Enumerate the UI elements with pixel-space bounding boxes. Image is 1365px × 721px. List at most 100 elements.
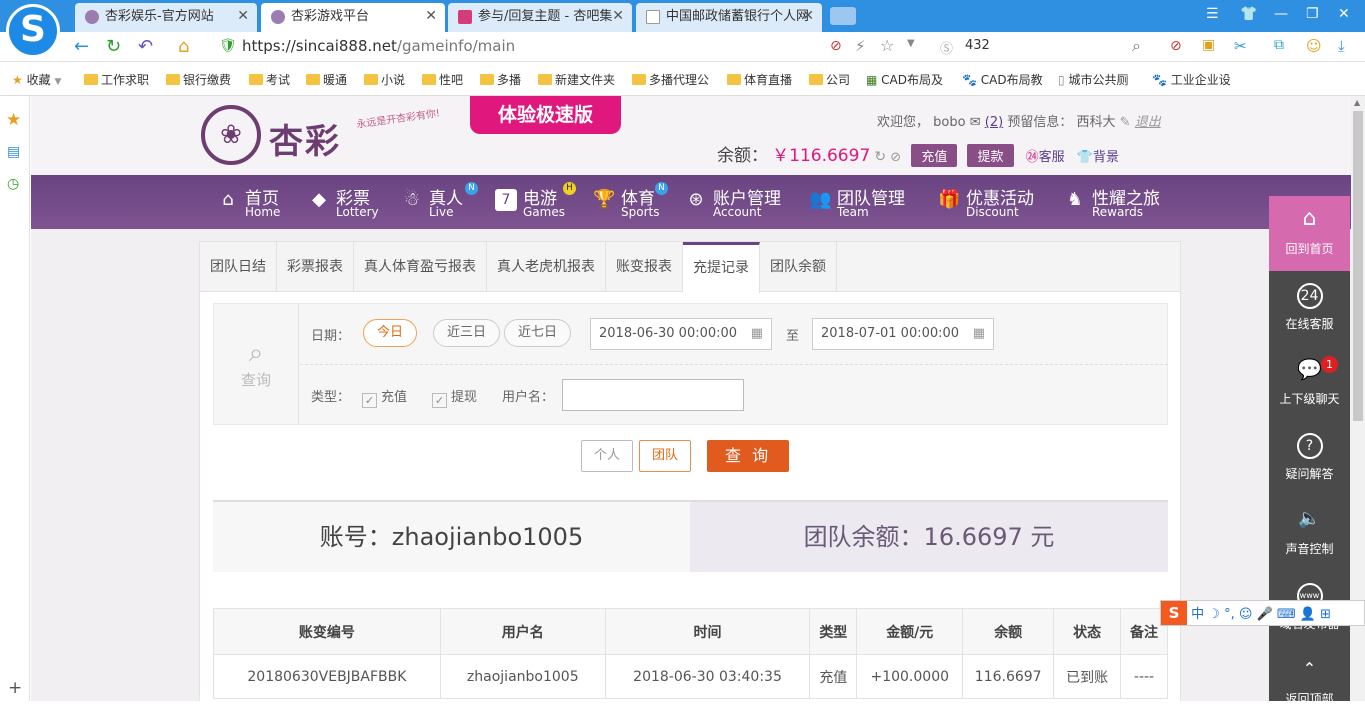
sidebar-faq[interactable]: ? 疑问解答 [1269,421,1350,496]
reader-icon[interactable]: ▤ [7,144,20,160]
refresh-icon[interactable]: ↻ [106,36,121,57]
tab-lottery-report[interactable]: 彩票报表 [277,242,354,292]
keyboard-icon[interactable]: ⌨ [1277,607,1296,622]
tab-live-sports-report[interactable]: 真人体育盈亏报表 [354,242,487,292]
bookmark-item[interactable]: 性吧 [422,71,463,88]
username-input[interactable] [562,379,744,411]
bookmark-item[interactable]: 新建文件夹 [538,71,615,88]
bookmark-item[interactable]: 小说 [364,71,405,88]
search-input[interactable]: 432 [965,38,990,53]
translate-icon[interactable]: ⧉ [1274,37,1284,53]
favorites-star-icon[interactable]: ★ [6,110,21,130]
menu-icon[interactable]: ☰ [1206,6,1219,22]
type-withdraw-checkbox[interactable]: ✓ 提现 [432,386,477,408]
bookmark-item[interactable]: 暖通 [306,71,347,88]
tab-team-balance[interactable]: 团队余额 [760,242,837,292]
refresh-balance-icon[interactable]: ↻ [874,149,886,165]
tab-close-icon[interactable]: ✕ [425,3,437,30]
range-3days-button[interactable]: 近三日 [433,319,501,347]
sidebar-online-service[interactable]: 24 在线客服 [1269,271,1350,346]
table-row[interactable]: 20180630VEBJBAFBBK zhaojianbo1005 2018-0… [213,654,1168,699]
browser-tab[interactable]: 中国邮政储蓄银行个人网 ✕ [636,3,822,32]
browser-logo[interactable]: S [6,4,60,58]
browser-tab[interactable]: 参与/回复主题 - 杏吧集 ✕ [448,3,632,32]
maximize-icon[interactable]: ❐ [1306,6,1319,22]
start-date-input[interactable]: 2018-06-30 00:00:00 ▦ [590,318,772,350]
sidebar-chat[interactable]: 💬 上下级聊天 1 [1269,346,1350,421]
bookmark-item[interactable]: ▯ 城市公共厕 [1058,71,1128,88]
background-link[interactable]: 👕背景 [1077,150,1119,165]
bookmark-item[interactable]: 🐾 CAD布局教 [962,71,1043,88]
minimize-icon[interactable]: — [1274,6,1288,22]
calendar-icon[interactable]: ▦ [973,319,985,349]
search-icon[interactable]: ⌕ [1132,36,1141,56]
back-icon[interactable]: ← [74,36,89,57]
sidebar-home[interactable]: ⌂ 回到首页 [1269,196,1350,271]
customer-service-link[interactable]: ㉔客服 [1026,150,1065,165]
bookmark-item[interactable]: 多播 [480,71,521,88]
mic-icon[interactable]: 🎤 [1257,607,1273,622]
team-button[interactable]: 团队 [639,440,692,472]
scissors-icon[interactable]: ✂ [1234,37,1247,55]
extension-icon[interactable]: ▣ [1202,37,1215,53]
personal-button[interactable]: 个人 [581,440,634,472]
home-icon[interactable]: ⌂ [178,36,189,57]
site-logo-icon[interactable]: ❀ [201,105,261,165]
tab-close-icon[interactable]: ✕ [612,3,624,30]
mail-icon[interactable]: ✉ [970,115,981,130]
emoji-icon[interactable]: ☺ [1239,607,1253,622]
logout-link[interactable]: 退出 [1135,115,1161,130]
moon-icon[interactable]: ☽ [1208,607,1220,622]
deposit-button[interactable]: 充值 [911,144,958,167]
adblock-icon[interactable]: ⊘ [830,38,842,54]
tab-slot-report[interactable]: 真人老虎机报表 [487,242,606,292]
tab-close-icon[interactable]: ✕ [802,3,814,30]
star-icon[interactable]: ☆ [880,36,894,55]
tab-team-daily[interactable]: 团队日结 [200,242,277,292]
sidebar-sound[interactable]: 🔈 声音控制 [1269,496,1350,571]
flash-icon[interactable]: ⚡ [855,37,866,55]
bookmark-item[interactable]: 工作求职 [84,71,149,88]
sidebar-back-to-top[interactable]: ⌃ 返回顶部 [1269,646,1350,721]
bookmark-item[interactable]: 多播代理公 [632,71,709,88]
tab-account-change[interactable]: 账变报表 [606,242,683,292]
ime-mode[interactable]: 中 [1191,607,1204,622]
query-button[interactable]: 查 询 [707,440,790,472]
tab-deposit-withdraw[interactable]: 充提记录 [683,242,760,293]
bookmark-item[interactable]: 公司 [809,71,850,88]
edit-icon[interactable]: ✎ [1120,115,1131,130]
history-clock-icon[interactable]: ◷ [7,176,19,192]
grid-icon[interactable]: ⊞ [1320,607,1331,622]
end-date-input[interactable]: 2018-07-01 00:00:00 ▦ [812,318,994,350]
close-window-icon[interactable]: ✕ [1338,6,1350,22]
mail-count[interactable]: (2) [985,115,1003,130]
withdraw-button[interactable]: 提款 [967,144,1014,167]
add-icon[interactable]: + [8,678,22,698]
bookmark-item[interactable]: 银行缴费 [166,71,231,88]
new-tab-button[interactable] [830,7,856,25]
bookmark-favorites[interactable]: ★ 收藏 ▼ [12,71,61,88]
ime-toolbar[interactable]: S 中 ☽ °, ☺ 🎤 ⌨ 👤 ⊞ [1160,600,1365,626]
hide-balance-icon[interactable]: ⊘ [890,150,901,165]
url-field[interactable]: https://sincai888.net/gameinfo/main [242,37,842,57]
site-logo-text[interactable]: 杏彩 [269,114,341,163]
calendar-icon[interactable]: ▦ [751,319,763,349]
range-7days-button[interactable]: 近七日 [504,319,572,347]
browser-tab-active[interactable]: 杏彩游戏平台 ✕ [261,3,445,32]
speed-version-banner[interactable]: 体验极速版 [470,96,621,134]
type-deposit-checkbox[interactable]: ✓ 充值 [362,386,407,408]
punct-icon[interactable]: °, [1224,607,1235,622]
bookmark-item[interactable]: 考试 [249,71,290,88]
scrollbar-thumb[interactable] [1353,111,1363,421]
more-icon[interactable]: ☺ [1306,37,1322,55]
tab-close-icon[interactable]: ✕ [237,3,249,30]
bookmark-item[interactable]: ▦ CAD布局及 [866,71,943,88]
bookmark-item[interactable]: 🐾 工业企业设 [1152,71,1231,88]
bookmark-item[interactable]: 体育直播 [727,71,792,88]
skin-icon[interactable]: 👕 [1240,6,1257,22]
undo-icon[interactable]: ↶ [138,36,153,57]
browser-tab[interactable]: 杏彩娱乐-官方网站 ✕ [75,3,257,32]
user-icon[interactable]: 👤 [1300,607,1316,622]
scroll-up-icon[interactable]: ▲ [1354,98,1360,107]
chevron-down-icon[interactable]: ▼ [907,38,915,49]
